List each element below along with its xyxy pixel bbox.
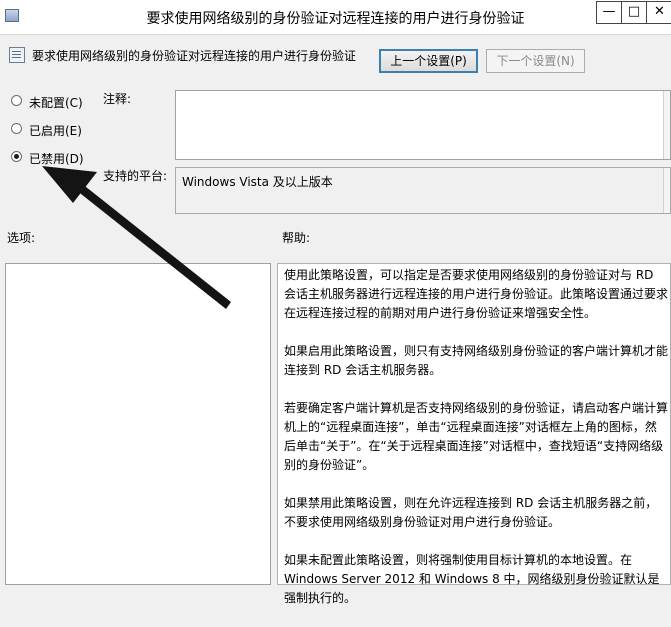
arrow-head-icon <box>42 166 97 203</box>
help-paragraph: 如果禁用此策略设置，则在允许远程连接到 RD 会话主机服务器之前，不要求使用网络… <box>284 496 658 529</box>
radio-label: 未配置(C) <box>29 96 83 110</box>
help-paragraph: 使用此策略设置，可以指定是否要求使用网络级别的身份验证对与 RD 会话主机服务器… <box>284 268 669 320</box>
close-button[interactable]: ✕ <box>646 1 671 24</box>
radio-label: 已启用(E) <box>29 124 82 138</box>
radio-circle-icon[interactable] <box>11 95 22 106</box>
next-setting-button: 下一个设置(N) <box>486 49 585 73</box>
help-text: 使用此策略设置，可以指定是否要求使用网络级别的身份验证对与 RD 会话主机服务器… <box>284 266 668 627</box>
setting-name: 要求使用网络级别的身份验证对远程连接的用户进行身份验证 <box>32 49 357 63</box>
options-label: 选项: <box>7 231 36 245</box>
help-label: 帮助: <box>282 231 311 245</box>
help-paragraph: 若要确定客户端计算机是否支持网络级别的身份验证，请启动客户端计算机上的“远程桌面… <box>284 401 669 472</box>
previous-setting-button[interactable]: 上一个设置(P) <box>379 49 478 73</box>
radio-selected-icon[interactable] <box>11 151 22 162</box>
comment-textarea[interactable] <box>175 90 671 160</box>
platform-label: 支持的平台: <box>103 169 168 183</box>
minimize-button[interactable]: — <box>596 1 622 24</box>
help-paragraph: 如果启用此策略设置，则只有支持网络级别身份验证的客户端计算机才能连接到 RD 会… <box>284 344 669 377</box>
maximize-button[interactable]: □ <box>621 1 647 24</box>
title-bar: 要求使用网络级别的身份验证对远程连接的用户进行身份验证 — □ ✕ <box>0 0 671 35</box>
options-pane <box>5 263 271 585</box>
radio-circle-icon[interactable] <box>11 123 22 134</box>
radio-label: 已禁用(D) <box>29 152 84 166</box>
window-title: 要求使用网络级别的身份验证对远程连接的用户进行身份验证 <box>146 11 525 27</box>
help-pane: 使用此策略设置，可以指定是否要求使用网络级别的身份验证对与 RD 会话主机服务器… <box>277 263 671 605</box>
platform-scrollbar[interactable] <box>663 168 670 213</box>
help-paragraph: 如果未配置此策略设置，则将强制使用目标计算机的本地设置。在 Windows Se… <box>284 553 660 605</box>
platform-value: Windows Vista 及以上版本 <box>182 175 333 189</box>
comment-label: 注释: <box>103 92 132 106</box>
comment-scrollbar[interactable] <box>663 91 670 159</box>
platform-field: Windows Vista 及以上版本 <box>175 167 671 214</box>
policy-setting-icon <box>9 47 25 63</box>
